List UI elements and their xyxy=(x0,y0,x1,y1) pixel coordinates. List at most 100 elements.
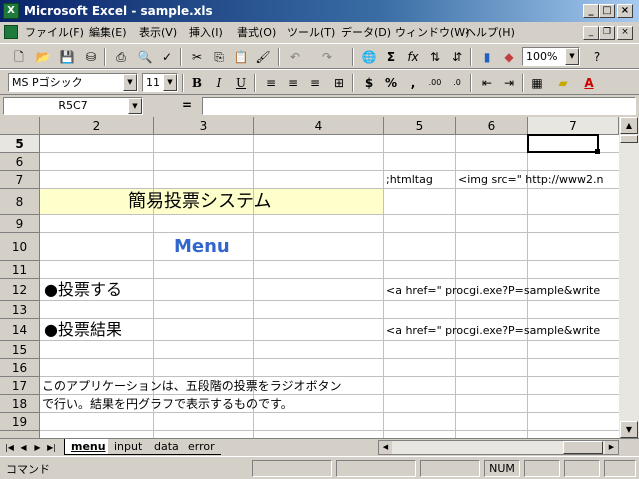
active-cell[interactable] xyxy=(527,134,599,153)
excel-app-icon[interactable]: X xyxy=(3,3,19,19)
font-size-select[interactable]: 11 ▼ xyxy=(142,73,178,92)
save-icon[interactable]: 💾 xyxy=(56,47,78,67)
comma-style-icon[interactable]: , xyxy=(402,73,424,93)
drawing-icon[interactable]: ◆ xyxy=(498,47,520,67)
scroll-right-icon[interactable]: ▶ xyxy=(605,441,618,454)
sort-ascending-icon[interactable]: ⇅ xyxy=(424,47,446,67)
workbook-icon[interactable] xyxy=(4,25,18,39)
prev-sheet-icon[interactable]: ◀ xyxy=(18,440,29,455)
row-header[interactable]: 10 xyxy=(0,233,40,261)
merge-center-icon[interactable]: ⊞ xyxy=(328,73,350,93)
cell-title[interactable]: 簡易投票システム xyxy=(128,190,378,214)
row-header[interactable]: 16 xyxy=(0,359,40,377)
minimize-button[interactable]: _ xyxy=(583,4,599,18)
autosum-icon[interactable]: Σ xyxy=(380,47,402,67)
format-painter-icon[interactable]: 🖌 xyxy=(252,47,274,67)
column-header-active[interactable]: 7 xyxy=(528,117,619,135)
align-right-icon[interactable]: ≡ xyxy=(304,73,326,93)
row-header[interactable]: 6 xyxy=(0,153,40,171)
fill-handle[interactable] xyxy=(595,149,600,154)
cell-description-1[interactable]: このアプリケーションは、五段階の投票をラジオボタン xyxy=(42,379,382,393)
sheet-tab[interactable]: data xyxy=(148,439,185,455)
maximize-button[interactable]: □ xyxy=(599,4,615,18)
undo-icon[interactable]: ↶ xyxy=(284,47,306,67)
doc-restore-button[interactable]: ❐ xyxy=(599,26,615,40)
last-sheet-icon[interactable]: ▶| xyxy=(46,440,57,455)
close-button[interactable]: × xyxy=(617,4,633,18)
font-name-select[interactable]: MS Pゴシック ▼ xyxy=(8,73,138,92)
new-icon[interactable]: 🗋 xyxy=(8,47,30,67)
menu-data[interactable]: データ(D) xyxy=(338,24,394,41)
italic-icon[interactable]: I xyxy=(208,73,230,93)
increase-decimal-icon[interactable]: .00 xyxy=(424,73,446,93)
scroll-thumb[interactable] xyxy=(620,135,638,143)
currency-icon[interactable]: $ xyxy=(358,73,380,93)
column-header[interactable]: 4 xyxy=(254,117,384,135)
row-header[interactable] xyxy=(0,431,40,438)
decrease-decimal-icon[interactable]: .0 xyxy=(446,73,468,93)
borders-icon[interactable]: ▦ xyxy=(526,73,548,93)
column-header[interactable]: 3 xyxy=(154,117,254,135)
sheet-tab[interactable]: error xyxy=(182,439,221,455)
formula-input[interactable] xyxy=(202,97,636,115)
column-header[interactable]: 6 xyxy=(456,117,528,135)
row-header[interactable]: 19 xyxy=(0,413,40,431)
cell-results-link[interactable]: ●投票結果 xyxy=(44,320,244,340)
cell-r7-c5[interactable]: ;htmltag xyxy=(386,173,456,186)
next-sheet-icon[interactable]: ▶ xyxy=(32,440,43,455)
row-header[interactable]: 17 xyxy=(0,377,40,395)
permission-icon[interactable]: ⛁ xyxy=(80,47,102,67)
worksheet-grid[interactable]: 2 3 4 5 6 7 5 6 7 8 9 10 11 12 13 14 15 … xyxy=(0,117,619,438)
font-color-icon[interactable]: A xyxy=(578,73,600,93)
function-icon[interactable]: fx xyxy=(402,47,424,67)
menu-edit[interactable]: 編集(E) xyxy=(86,24,130,41)
align-left-icon[interactable]: ≡ xyxy=(260,73,282,93)
row-header[interactable]: 9 xyxy=(0,215,40,233)
vertical-scrollbar[interactable]: ▲ ▼ xyxy=(619,117,639,438)
row-header[interactable]: 12 xyxy=(0,279,40,301)
menu-file[interactable]: ファイル(F) xyxy=(22,24,87,41)
chevron-down-icon[interactable]: ▼ xyxy=(128,98,142,114)
row-header[interactable]: 15 xyxy=(0,341,40,359)
sheet-tab[interactable]: input xyxy=(108,439,149,455)
row-header[interactable]: 8 xyxy=(0,189,40,215)
menu-help[interactable]: ヘルプ(H) xyxy=(462,24,518,41)
chevron-down-icon[interactable]: ▼ xyxy=(163,74,177,91)
scroll-down-icon[interactable]: ▼ xyxy=(620,421,638,438)
hyperlink-icon[interactable]: 🌐 xyxy=(358,47,380,67)
menu-tools[interactable]: ツール(T) xyxy=(284,24,338,41)
spelling-icon[interactable]: ✓ xyxy=(156,47,178,67)
chevron-down-icon[interactable]: ▼ xyxy=(123,74,137,91)
help-icon[interactable]: ? xyxy=(586,47,608,67)
paste-icon[interactable]: 📋 xyxy=(230,47,252,67)
horizontal-scrollbar[interactable]: ◀ ▶ xyxy=(378,440,619,455)
chart-wizard-icon[interactable]: ▮ xyxy=(476,47,498,67)
menu-view[interactable]: 表示(V) xyxy=(136,24,180,41)
cell-menu-heading[interactable]: Menu xyxy=(174,235,274,259)
row-header[interactable]: 14 xyxy=(0,319,40,341)
name-box[interactable]: R5C7 xyxy=(3,97,143,115)
zoom-select[interactable]: 100% ▼ xyxy=(522,47,580,66)
print-preview-icon[interactable]: 🔍 xyxy=(134,47,156,67)
column-header[interactable]: 5 xyxy=(384,117,456,135)
select-all-corner[interactable] xyxy=(0,117,40,135)
copy-icon[interactable]: ⎘ xyxy=(208,47,230,67)
chevron-down-icon[interactable]: ▼ xyxy=(565,48,579,65)
increase-indent-icon[interactable]: ⇥ xyxy=(498,73,520,93)
cell-results-html[interactable]: <a href=" procgi.exe?P=sample&write xyxy=(386,324,619,337)
hscroll-thumb[interactable] xyxy=(563,441,603,454)
decrease-indent-icon[interactable]: ⇤ xyxy=(476,73,498,93)
menu-window[interactable]: ウィンドウ(W) xyxy=(392,24,472,41)
cell-description-2[interactable]: で行い。結果を円グラフで表示するものです。 xyxy=(42,397,382,411)
menu-format[interactable]: 書式(O) xyxy=(234,24,279,41)
fill-color-icon[interactable]: ▰ xyxy=(552,73,574,93)
open-icon[interactable]: 📂 xyxy=(32,47,54,67)
column-header[interactable]: 2 xyxy=(40,117,154,135)
doc-minimize-button[interactable]: _ xyxy=(583,26,599,40)
sort-descending-icon[interactable]: ⇵ xyxy=(446,47,468,67)
scroll-left-icon[interactable]: ◀ xyxy=(379,441,392,454)
row-header[interactable]: 13 xyxy=(0,301,40,319)
bold-icon[interactable]: B xyxy=(186,73,208,93)
cell-vote-html[interactable]: <a href=" procgi.exe?P=sample&write xyxy=(386,284,619,297)
row-header[interactable]: 7 xyxy=(0,171,40,189)
